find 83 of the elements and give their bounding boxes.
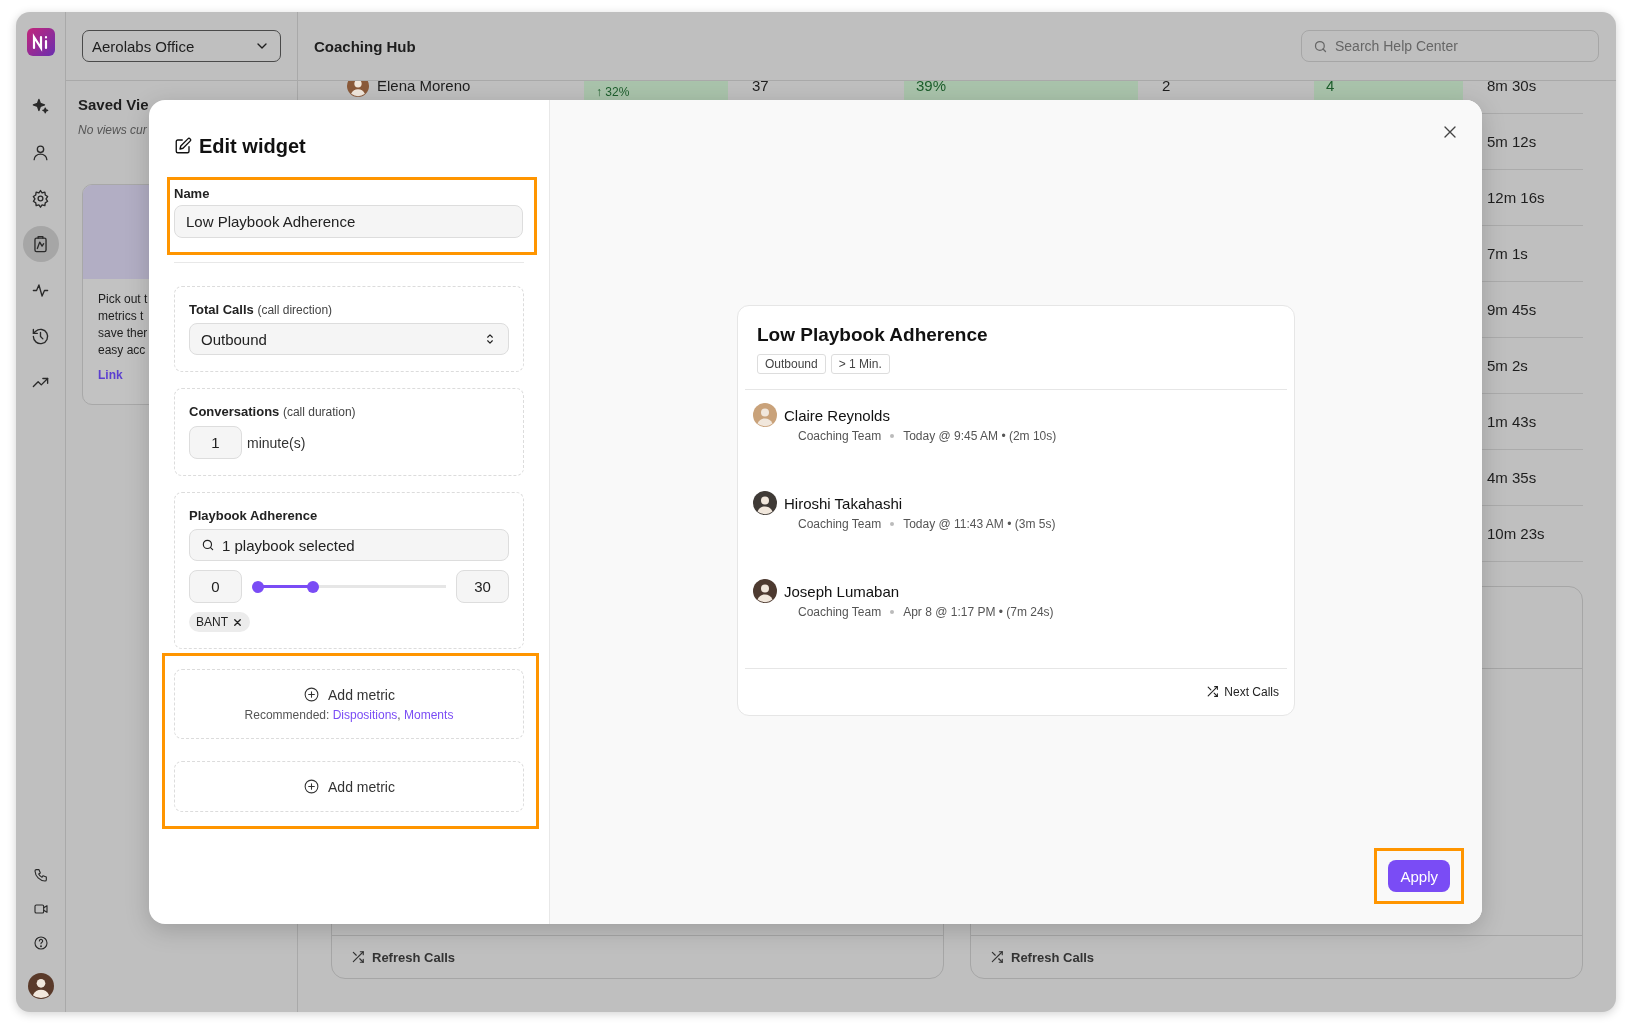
duration-field[interactable]: 1 bbox=[189, 426, 242, 459]
modal-title: Edit widget bbox=[199, 134, 306, 158]
avatar bbox=[753, 579, 777, 604]
shuffle-icon bbox=[351, 950, 365, 964]
table-cell-text: 5m 2s bbox=[1486, 356, 1529, 376]
promo-text: easy acc bbox=[98, 342, 146, 359]
avatar bbox=[753, 491, 777, 516]
call-time: Apr 8 @ 1:17 PM • (7m 24s) bbox=[903, 605, 1054, 620]
apply-button[interactable]: Apply bbox=[1388, 860, 1450, 892]
name-field[interactable]: Low Playbook Adherence bbox=[174, 205, 523, 238]
table-cell-text: 7m 1s bbox=[1486, 244, 1529, 264]
refresh-calls-button[interactable]: Refresh Calls bbox=[332, 935, 943, 978]
bullet-icon bbox=[890, 522, 895, 527]
page-title: Coaching Hub bbox=[314, 37, 416, 55]
table-cell: Elena Moreno bbox=[377, 81, 471, 94]
help-icon[interactable] bbox=[32, 935, 49, 951]
table-cell-text: 9m 45s bbox=[1486, 300, 1538, 320]
empty-views-text: No views cur bbox=[78, 123, 148, 137]
table-cell-text: 12m 16s bbox=[1486, 188, 1546, 208]
filter-tag: Outbound bbox=[757, 353, 826, 374]
playbook-tag: BANT bbox=[189, 612, 250, 632]
call-time: Today @ 11:43 AM • (3m 5s) bbox=[903, 517, 1056, 532]
history-icon bbox=[31, 326, 50, 346]
user-avatar[interactable] bbox=[27, 973, 54, 999]
table-cell-text: 10m 23s bbox=[1486, 524, 1546, 544]
edit-icon bbox=[174, 137, 192, 155]
slider-thumb[interactable] bbox=[306, 580, 319, 593]
promo-text: save ther bbox=[98, 325, 148, 342]
team-name: Coaching Team bbox=[798, 605, 882, 620]
caller-name: Hiroshi Takahashi bbox=[784, 494, 903, 512]
filter-label: Total Calls (call direction) bbox=[189, 302, 334, 318]
slider-thumb[interactable] bbox=[252, 580, 264, 593]
plus-circle-icon bbox=[303, 778, 321, 795]
direction-select[interactable]: Outbound bbox=[189, 323, 509, 355]
avatar bbox=[753, 403, 777, 428]
max-field[interactable]: 30 bbox=[456, 570, 509, 603]
widget-title: Low Playbook Adherence bbox=[757, 322, 989, 347]
table-cell-text: 5m 12s bbox=[1486, 132, 1538, 152]
shuffle-icon bbox=[990, 950, 1004, 964]
field-label: Name bbox=[174, 186, 211, 201]
video-icon[interactable] bbox=[32, 901, 49, 917]
search-icon bbox=[1313, 38, 1328, 54]
refresh-calls-button[interactable]: Refresh Calls bbox=[971, 935, 1582, 978]
promo-text: metrics t bbox=[98, 308, 144, 325]
remove-icon[interactable] bbox=[232, 616, 243, 628]
min-field[interactable]: 0 bbox=[189, 570, 242, 603]
recommended-text: Recommended: Dispositions, Moments bbox=[244, 708, 454, 722]
filter-label: Playbook Adherence bbox=[189, 508, 319, 524]
call-time: Today @ 9:45 AM • (2m 10s) bbox=[903, 429, 1057, 444]
table-cell-text: 8m 30s bbox=[1486, 81, 1538, 96]
table-cell-text: 2 bbox=[1161, 81, 1172, 96]
phone-icon[interactable] bbox=[32, 867, 49, 883]
add-metric-button[interactable]: Add metric bbox=[303, 778, 395, 795]
person-icon bbox=[31, 142, 50, 162]
team-name: Coaching Team bbox=[798, 517, 882, 532]
caller-name: Claire Reynolds bbox=[784, 406, 890, 424]
table-cell-text: 1m 43s bbox=[1486, 412, 1538, 432]
sparkle-icon bbox=[31, 96, 50, 116]
filter-tag: > 1 Min. bbox=[830, 353, 890, 374]
plus-circle-icon bbox=[303, 686, 321, 703]
unit-label: minute(s) bbox=[247, 434, 306, 451]
team-name: Coaching Team bbox=[798, 429, 882, 444]
shuffle-icon bbox=[1206, 685, 1220, 699]
bullet-icon bbox=[890, 434, 895, 439]
workspace-dropdown[interactable]: Aerolabs Office bbox=[82, 30, 281, 62]
settings-icon bbox=[31, 188, 50, 208]
table-cell-text: 37 bbox=[751, 81, 770, 96]
recommended-link[interactable]: Moments bbox=[404, 708, 454, 722]
filter-label: Conversations (call duration) bbox=[189, 404, 357, 420]
caller-name: Joseph Lumaban bbox=[784, 582, 900, 600]
promo-text: Pick out t bbox=[98, 291, 148, 308]
bullet-icon bbox=[890, 610, 895, 615]
next-calls-button[interactable]: Next Calls bbox=[1206, 684, 1279, 699]
saved-views-title: Saved Vie bbox=[78, 95, 150, 115]
clipboard-chart-icon bbox=[31, 234, 50, 254]
promo-link[interactable]: Link bbox=[98, 367, 123, 384]
table-cell-text: 4m 35s bbox=[1486, 468, 1538, 488]
rail-item[interactable] bbox=[22, 226, 59, 262]
add-metric-button[interactable]: Add metric bbox=[303, 686, 395, 703]
search-icon bbox=[201, 538, 215, 552]
app-logo[interactable] bbox=[26, 28, 55, 56]
playbook-search-field[interactable]: 1 playbook selected bbox=[189, 529, 509, 561]
avatar bbox=[347, 81, 369, 97]
